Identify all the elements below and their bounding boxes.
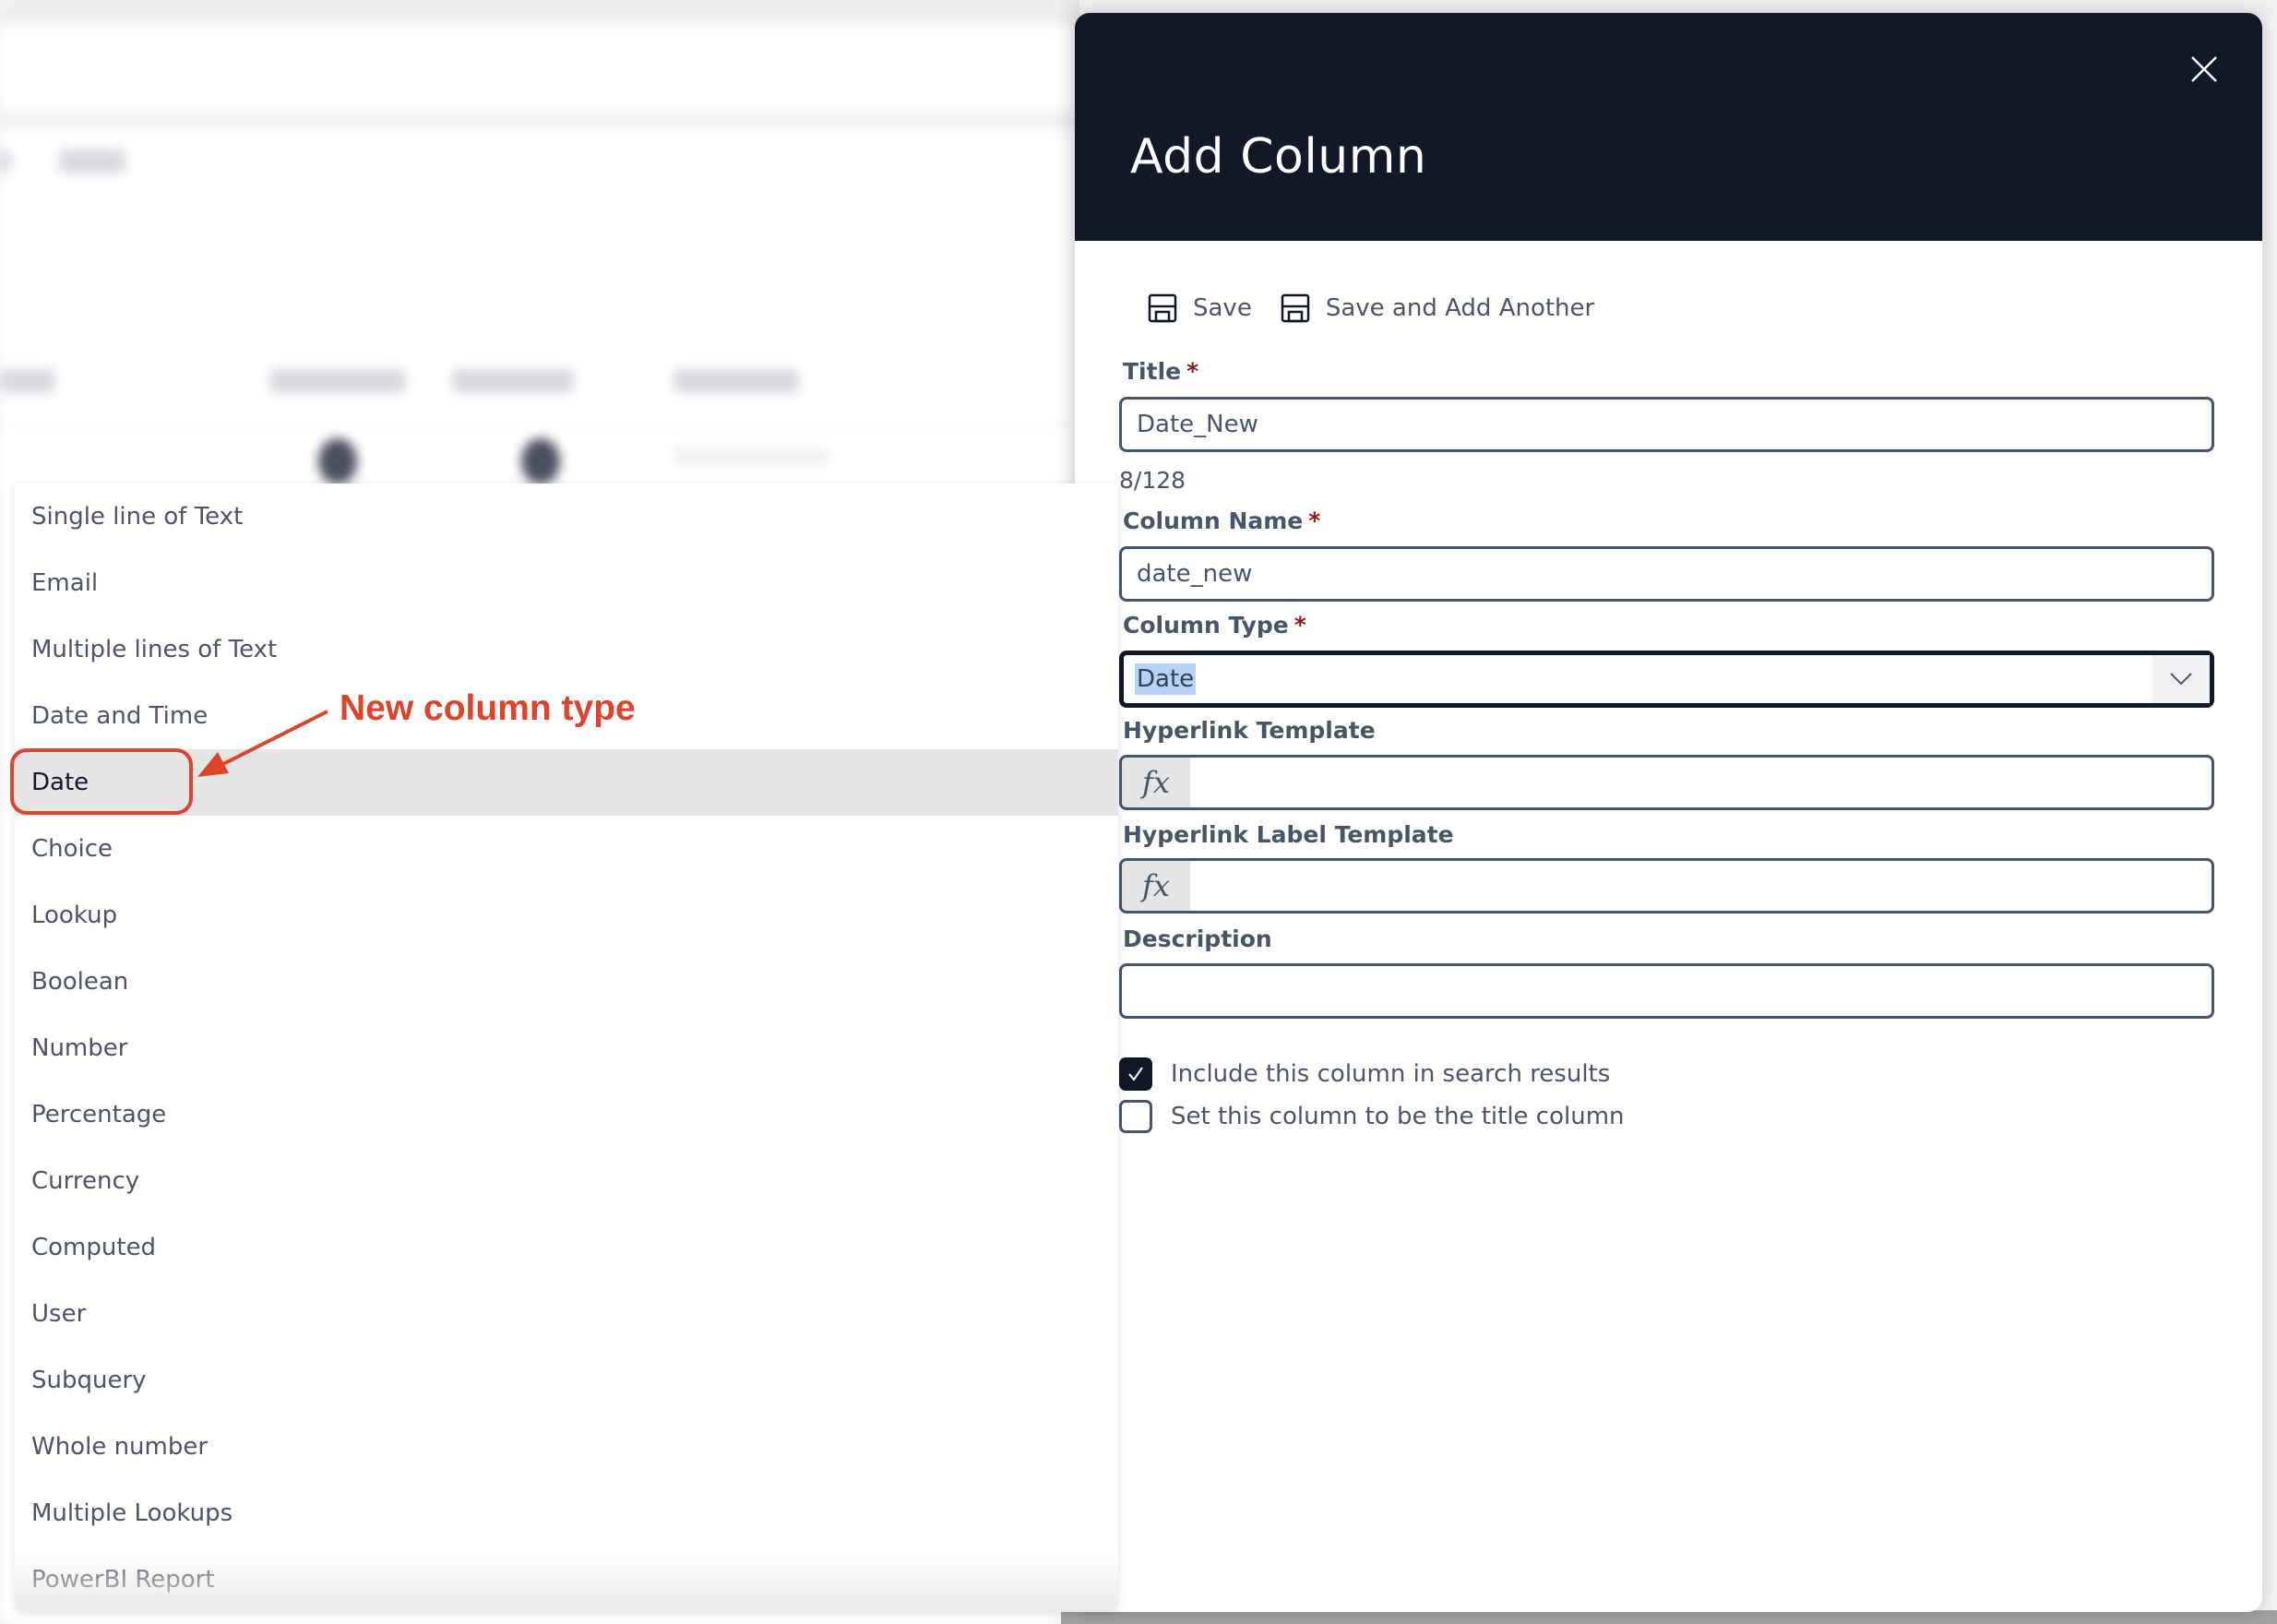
dropdown-option[interactable]: Currency [15,1148,1118,1214]
background-column-header [0,369,55,393]
column-type-label: Column Type * [1123,612,1306,639]
background-header [0,26,1107,111]
required-mark: * [1186,358,1199,385]
title-char-counter: 8/128 [1119,467,1186,494]
dropdown-option[interactable]: Computed [15,1214,1118,1281]
background-divider [0,424,1070,426]
column-type-selected-value: Date [1135,663,1197,695]
title-column-checkbox-row[interactable]: Set this column to be the title column [1119,1100,1625,1133]
dropdown-option[interactable]: Multiple lines of Text [15,616,1118,683]
column-name-input-value: date_new [1137,560,1253,588]
description-input[interactable] [1119,963,2214,1019]
background-tab [59,149,125,173]
include-in-search-checkbox[interactable] [1119,1057,1152,1091]
hyperlink-template-label: Hyperlink Template [1123,717,1376,744]
background-toggle-icon [318,438,357,484]
panel-header: Add Column [1075,13,2262,241]
title-column-label: Set this column to be the title column [1171,1103,1625,1130]
dropdown-option[interactable]: Whole number [15,1414,1118,1480]
background-tab [0,149,11,173]
close-icon [2191,56,2217,82]
background-column-header [674,369,799,393]
save-icon [1281,293,1310,323]
fx-formula-icon: fx [1122,758,1190,807]
background-column-header [269,369,406,393]
background-column-header [452,369,574,393]
include-in-search-label: Include this column in search results [1171,1060,1611,1088]
dropdown-option[interactable]: Percentage [15,1081,1118,1148]
dropdown-option[interactable]: PowerBI Report [15,1546,1118,1612]
save-button[interactable]: Save [1147,293,1252,324]
include-in-search-checkbox-row[interactable]: Include this column in search results [1119,1057,1610,1091]
required-mark: * [1308,508,1321,534]
checkmark-icon [1128,1067,1143,1081]
dropdown-option[interactable]: Multiple Lookups [15,1480,1118,1546]
hyperlink-template-input[interactable]: fx [1119,755,2214,810]
column-type-dropdown-toggle[interactable] [2152,655,2210,703]
title-column-checkbox[interactable] [1119,1100,1152,1133]
add-column-panel: Add Column Save Save and Add Another Tit… [1075,13,2262,1612]
dropdown-option[interactable]: User [15,1281,1118,1347]
close-button[interactable] [2188,54,2220,85]
dropdown-option[interactable]: Subquery [15,1347,1118,1414]
save-label: Save [1193,294,1252,322]
save-and-add-another-button[interactable]: Save and Add Another [1280,293,1594,324]
annotation-label: New column type [340,688,636,728]
column-type-select[interactable]: Date [1119,651,2214,708]
title-label: Title * [1123,358,1198,385]
save-and-add-another-label: Save and Add Another [1325,294,1595,322]
dropdown-option[interactable]: Choice [15,816,1118,882]
dropdown-option[interactable]: Boolean [15,949,1118,1015]
dropdown-option[interactable]: Email [15,550,1118,616]
panel-toolbar: Save Save and Add Another [1147,281,1622,336]
column-type-dropdown-list: Single line of Text Email Multiple lines… [15,484,1118,1612]
required-mark: * [1293,612,1306,639]
panel-title: Add Column [1130,129,1427,185]
column-name-label-text: Column Name [1123,508,1304,534]
background-cell [674,448,830,466]
title-input[interactable]: Date_New [1119,397,2214,452]
background-band [0,111,1107,129]
chevron-down-icon [2170,673,2192,686]
description-label: Description [1123,925,1272,952]
column-name-label: Column Name * [1123,508,1320,534]
fx-formula-icon: fx [1122,861,1190,911]
hyperlink-label-template-input[interactable]: fx [1119,858,2214,914]
annotation-highlight-box [10,748,193,815]
column-name-input[interactable]: date_new [1119,546,2214,602]
hyperlink-label-template-label: Hyperlink Label Template [1123,821,1454,848]
dropdown-option[interactable]: Single line of Text [15,484,1118,550]
dropdown-option[interactable]: Number [15,1015,1118,1081]
bottom-shade [1061,1610,2277,1624]
dropdown-option[interactable]: Lookup [15,882,1118,949]
title-label-text: Title [1123,358,1182,385]
column-type-label-text: Column Type [1123,612,1289,639]
save-icon [1148,293,1177,323]
title-input-value: Date_New [1137,411,1258,438]
background-toggle-icon [521,438,560,484]
